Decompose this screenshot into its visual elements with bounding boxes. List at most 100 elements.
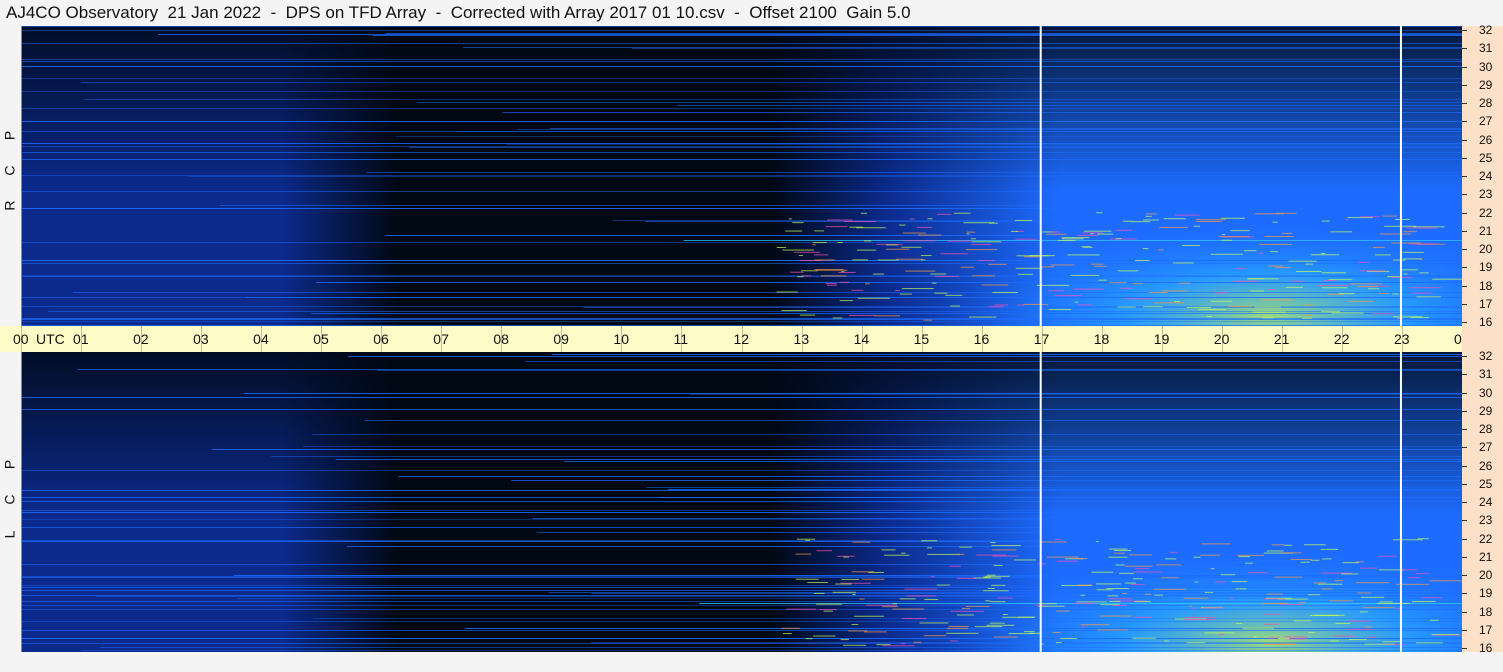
- signal-speckle: [1408, 577, 1420, 579]
- signal-speckle: [1358, 261, 1369, 263]
- freq-tick: [1462, 267, 1467, 269]
- signal-speckle: [1130, 584, 1145, 586]
- freq-tick: [1462, 556, 1467, 558]
- signal-speckle: [816, 603, 843, 605]
- signal-speckle: [790, 271, 804, 273]
- freq-tick: [1462, 538, 1467, 540]
- signal-speckle: [1117, 270, 1139, 272]
- signal-speckle: [971, 241, 1002, 243]
- interference-line: [22, 152, 1463, 153]
- freq-tick-label: 23: [1479, 187, 1493, 202]
- interference-line: [316, 282, 1463, 283]
- freq-tick-label: 31: [1479, 367, 1493, 382]
- lcp-letter-1: P: [1, 459, 18, 470]
- signal-speckle: [970, 238, 976, 240]
- signal-speckle: [881, 549, 896, 551]
- signal-speckle: [989, 601, 1006, 603]
- signal-speckle: [916, 226, 932, 228]
- signal-speckle: [1254, 306, 1281, 308]
- interference-line: [348, 356, 1463, 357]
- freq-tick: [1462, 611, 1467, 613]
- signal-speckle: [1302, 317, 1313, 319]
- signal-speckle: [1188, 605, 1193, 607]
- time-tick-label: 03: [193, 331, 209, 347]
- signal-speckle: [1321, 588, 1333, 590]
- signal-speckle: [799, 314, 816, 316]
- freq-tick: [1462, 48, 1467, 50]
- signal-speckle: [1262, 317, 1274, 319]
- freq-tick: [1462, 322, 1467, 323]
- signal-speckle: [1348, 300, 1374, 302]
- signal-speckle: [1268, 637, 1280, 639]
- signal-speckle: [805, 539, 811, 541]
- signal-speckle: [923, 319, 933, 321]
- interference-line: [22, 621, 1463, 622]
- signal-speckle: [1122, 220, 1132, 222]
- signal-speckle: [1281, 232, 1293, 234]
- signal-speckle: [954, 212, 971, 214]
- freq-tick-label: 27: [1479, 440, 1493, 455]
- signal-speckle: [1220, 217, 1246, 219]
- interference-line: [22, 501, 1463, 502]
- signal-speckle: [886, 244, 898, 246]
- freq-tick: [1462, 194, 1467, 196]
- signal-speckle: [1247, 278, 1279, 280]
- signal-speckle: [892, 603, 897, 605]
- rcp-spectrogram: [21, 26, 1464, 326]
- signal-speckle: [882, 606, 898, 608]
- signal-speckle: [946, 632, 979, 634]
- signal-speckle: [1091, 263, 1104, 265]
- signal-speckle: [1159, 226, 1188, 228]
- signal-speckle: [1387, 276, 1400, 278]
- signal-speckle: [1380, 233, 1412, 235]
- interference-line: [22, 276, 1463, 277]
- time-tick-label: 02: [133, 331, 149, 347]
- signal-speckle: [1411, 600, 1436, 602]
- signal-speckle: [1403, 231, 1417, 233]
- signal-speckle: [1268, 265, 1284, 267]
- signal-speckle: [1112, 604, 1128, 606]
- signal-speckle: [983, 590, 1009, 592]
- signal-speckle: [1253, 636, 1257, 638]
- freq-tick: [1462, 392, 1467, 394]
- signal-speckle: [899, 293, 912, 295]
- interference-line: [22, 397, 1463, 398]
- signal-speckle: [1283, 544, 1293, 546]
- signal-speckle: [814, 259, 835, 261]
- freq-tick-label: 26: [1479, 132, 1493, 147]
- signal-speckle: [856, 249, 877, 251]
- signal-speckle: [1238, 556, 1250, 558]
- signal-speckle: [1221, 239, 1233, 241]
- signal-speckle: [1081, 626, 1087, 628]
- signal-speckle: [1052, 631, 1061, 633]
- signal-speckle: [852, 541, 871, 543]
- signal-speckle: [994, 304, 1009, 306]
- signal-speckle: [1313, 582, 1327, 584]
- signal-speckle: [926, 547, 933, 549]
- signal-speckle: [896, 258, 923, 260]
- signal-speckle: [1263, 598, 1286, 600]
- signal-speckle: [972, 275, 995, 277]
- signal-speckle: [1330, 640, 1339, 642]
- signal-speckle: [1156, 564, 1182, 566]
- interference-line: [22, 564, 1463, 565]
- freq-tick: [1462, 465, 1467, 467]
- signal-speckle: [805, 638, 813, 640]
- freq-tick-label: 16: [1479, 315, 1493, 329]
- signal-speckle: [1074, 301, 1079, 303]
- interference-line: [502, 112, 1463, 113]
- freq-tick: [1462, 520, 1467, 522]
- signal-speckle: [990, 542, 996, 544]
- signal-speckle: [838, 271, 856, 273]
- signal-speckle: [1231, 581, 1248, 583]
- freq-tick: [1462, 447, 1467, 449]
- signal-speckle: [1046, 556, 1079, 558]
- time-tick-label: 01: [73, 331, 89, 347]
- freq-tick: [1462, 103, 1467, 104]
- signal-speckle: [921, 540, 938, 542]
- signal-speckle: [1221, 234, 1226, 236]
- interference-line: [22, 601, 1463, 602]
- signal-speckle: [901, 618, 927, 620]
- signal-speckle: [1322, 220, 1330, 222]
- signal-speckle: [1290, 558, 1312, 560]
